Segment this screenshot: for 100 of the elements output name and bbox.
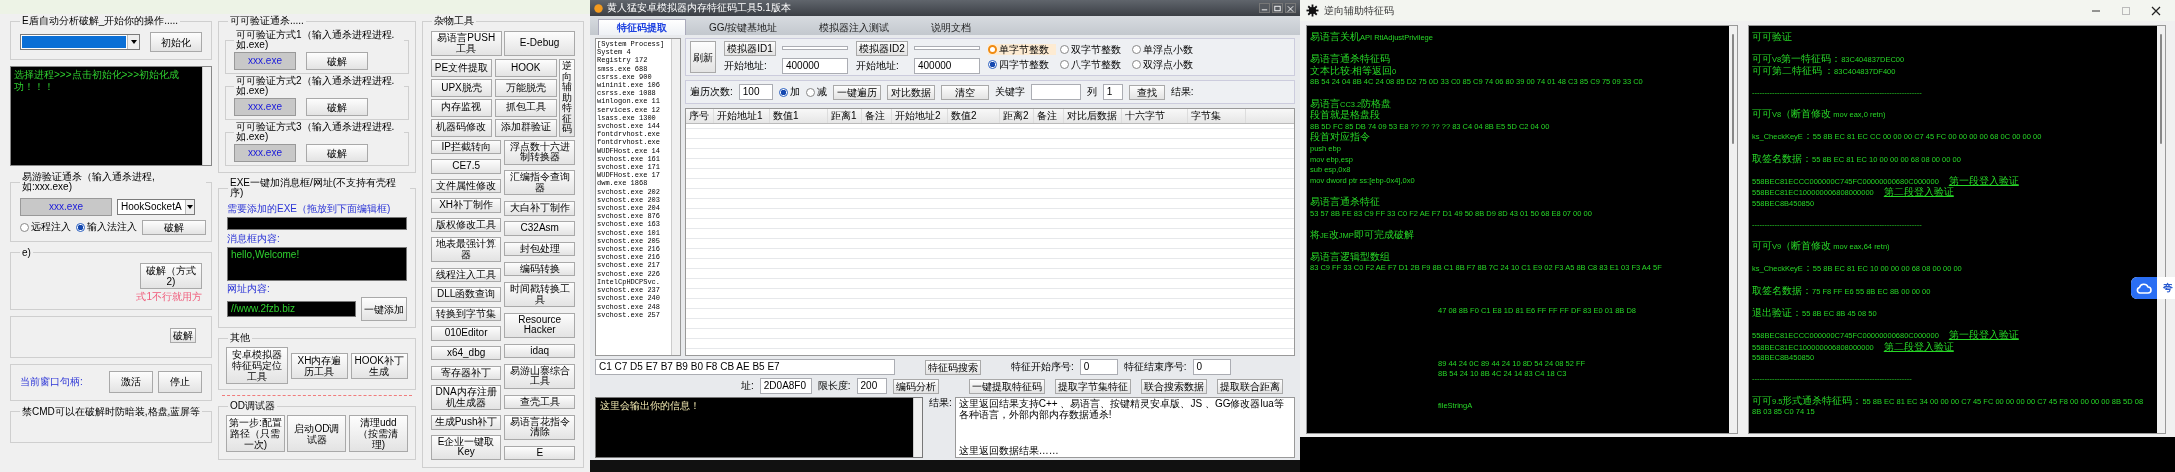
push-button[interactable]: 版权修改工具 (430, 217, 502, 233)
keyword-field[interactable] (1030, 84, 1081, 100)
process-list[interactable] (595, 38, 681, 356)
push-button[interactable]: 转换到字节集 (430, 306, 502, 322)
push-button[interactable]: 封包处理 (504, 241, 575, 256)
push-button[interactable]: 清理udd（按需清理) (348, 415, 408, 452)
feature-end-field[interactable]: 0 (1192, 359, 1231, 375)
result-field[interactable]: 这里返回结果支持C++ 、易语言、按键精灵安卓版、JS 、GG修改器lua等各种语言，外部内部内存数据通杀! 这里返回数据结果…… (954, 397, 1295, 458)
push-button[interactable]: 寄存器补丁 (430, 365, 502, 381)
process-field[interactable]: xxx.exe (20, 198, 112, 216)
push-button[interactable]: C32Asm (504, 221, 575, 236)
push-button[interactable]: 特征码搜索 (925, 359, 981, 375)
push-button[interactable]: 汇编指令查询器 (504, 170, 575, 196)
push-button[interactable]: XH补丁制作 (430, 198, 502, 213)
radio-option[interactable]: 八字节整数 (1060, 59, 1128, 71)
push-button[interactable]: E (504, 445, 575, 460)
length-field[interactable]: 200 (856, 378, 887, 394)
radio-option[interactable]: 加 (778, 86, 800, 98)
close-icon[interactable] (2151, 4, 2161, 17)
push-button[interactable]: 刷新 (690, 41, 716, 73)
push-button[interactable]: 初始化 (150, 32, 202, 52)
push-button[interactable]: 地表最强计算器 (430, 237, 502, 263)
push-button[interactable]: 第一步:配置路径（只需一次) (226, 415, 285, 452)
radio-option[interactable]: 四字节整数 (988, 59, 1056, 71)
push-button[interactable]: 浮点数十六进制转换器 (504, 139, 575, 165)
push-button[interactable]: 一键提取特征码 (968, 378, 1045, 394)
push-button[interactable]: 万能脱壳 (495, 78, 557, 97)
push-button[interactable]: 文件属性修改 (430, 178, 502, 194)
push-button[interactable]: 清空 (940, 84, 989, 100)
push-button[interactable]: 模拟器ID2 (856, 40, 908, 56)
cloud-widget[interactable]: 夸 (2131, 277, 2175, 299)
radio-option[interactable]: 双浮点小数 (1132, 59, 1200, 71)
hook-dropdown[interactable]: HookSocketA (117, 198, 195, 215)
push-button[interactable]: 查壳工具 (504, 394, 575, 409)
push-button[interactable]: 激活 (109, 370, 153, 393)
radio-option[interactable]: 双字节整数 (1060, 43, 1128, 55)
radio-option[interactable]: 单字节整数 (988, 43, 1056, 55)
push-button[interactable]: 联合搜索数据 (1140, 378, 1207, 394)
push-button[interactable]: 停止 (158, 370, 202, 393)
process-field[interactable]: xxx.exe (234, 98, 296, 116)
push-button[interactable]: E-Debug (504, 31, 575, 56)
push-button[interactable]: 破解 (306, 144, 368, 162)
process-dropdown[interactable] (20, 34, 140, 50)
push-button[interactable]: 模拟器ID1 (724, 40, 776, 56)
message-field[interactable]: hello,Welcome! (227, 246, 407, 281)
push-button[interactable]: 安卓模拟器特征码定位工具 (226, 347, 289, 384)
push-button[interactable]: 一键添加 (360, 297, 407, 321)
tab[interactable]: 说明文档 (912, 18, 991, 35)
push-button[interactable]: 易游山寨综合工具 (504, 363, 575, 389)
push-button[interactable]: 机器码修改 (430, 118, 493, 137)
iterations-field[interactable]: 100 (738, 84, 773, 100)
push-button[interactable]: 提取联合距离 (1216, 378, 1283, 394)
push-button[interactable]: DLL函数查询 (430, 287, 502, 302)
minimize-icon[interactable] (1259, 3, 1270, 13)
push-button[interactable]: 时间戳转换工具 (504, 282, 575, 307)
push-button[interactable]: 启动OD调试器 (287, 415, 347, 452)
push-button[interactable]: 破解 (306, 98, 368, 116)
push-button[interactable]: 易语言PUSH工具 (430, 31, 502, 56)
tab[interactable]: 模拟器注入测试 (800, 18, 909, 35)
push-button[interactable]: 破解 (142, 219, 206, 235)
push-button[interactable]: HOOK (495, 59, 557, 77)
process-field[interactable]: xxx.exe (234, 144, 296, 162)
push-button[interactable]: Resource Hacker (504, 312, 575, 338)
radio-option[interactable]: 输入法注入 (76, 221, 137, 233)
push-button[interactable]: E企业一键取Key (430, 434, 502, 460)
push-button[interactable]: 破解 (306, 52, 368, 70)
push-button[interactable]: 提取字节集特征 (1054, 378, 1131, 394)
push-button[interactable]: XH内存遍历工具 (290, 352, 349, 379)
push-button[interactable]: 编码转换 (504, 261, 575, 277)
column-field[interactable]: 1 (1102, 84, 1123, 100)
push-button[interactable]: 对比数据 (886, 84, 935, 100)
radio-option[interactable]: 减 (805, 86, 827, 98)
push-button[interactable]: 一键遍历 (832, 84, 881, 100)
start-address-field[interactable]: 400000 (914, 57, 980, 74)
push-button[interactable]: 抓包工具 (495, 98, 557, 117)
push-button[interactable]: PE文件提取 (430, 59, 493, 77)
push-button[interactable]: 易语言花指令清除 (504, 414, 575, 440)
emulator-id-field[interactable] (914, 46, 980, 50)
url-field[interactable]: //www.2fzb.biz (227, 301, 356, 317)
start-address-field[interactable]: 400000 (782, 57, 848, 74)
push-button[interactable]: UPX脱壳 (430, 78, 493, 97)
push-button[interactable]: 线程注入工具 (430, 267, 502, 283)
push-button[interactable]: 破解（方式2) (140, 262, 202, 289)
push-button[interactable]: 大白补丁制作 (504, 201, 575, 216)
push-button[interactable]: 编码分析 (892, 378, 939, 394)
push-button[interactable]: HOOK补丁生成 (350, 352, 408, 379)
process-field[interactable]: xxx.exe (234, 52, 296, 70)
maximize-icon[interactable] (1272, 3, 1283, 13)
tab[interactable]: 特征码提取 (598, 18, 686, 35)
push-button[interactable]: 内存监视 (430, 98, 493, 117)
radio-option[interactable]: 单浮点小数 (1132, 43, 1200, 55)
push-button[interactable]: idaq (504, 343, 575, 358)
feature-start-field[interactable]: 0 (1079, 359, 1118, 375)
emulator-id-field[interactable] (782, 46, 848, 50)
push-button[interactable]: x64_dbg (430, 345, 502, 361)
push-button[interactable]: IP拦截转向 (430, 139, 502, 154)
push-button[interactable]: 生成Push补丁 (430, 415, 502, 430)
push-button[interactable]: 010Editor (430, 326, 502, 341)
tab[interactable]: GG/按键基地址 (690, 18, 797, 35)
push-button[interactable]: 破解 (170, 327, 196, 343)
